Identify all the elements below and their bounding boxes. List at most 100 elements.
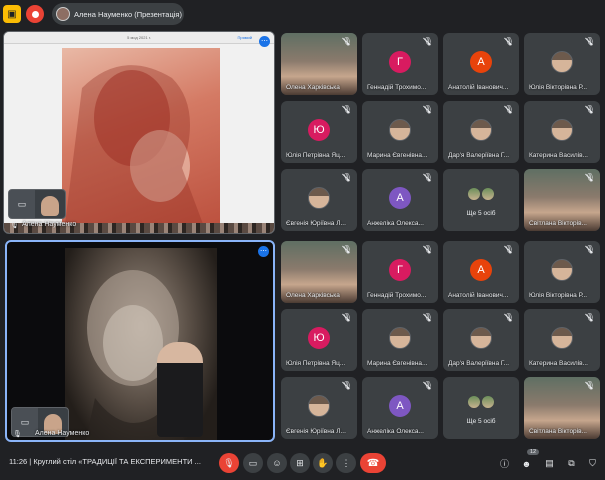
participant-name: Євгенія Юріївна Л...: [286, 220, 346, 227]
document-toolbar: 5 мод 2021 г. Прямий: [4, 32, 274, 44]
captions-button[interactable]: ☺: [267, 453, 287, 473]
mic-off-icon: 🎙: [584, 37, 595, 46]
activities-icon[interactable]: ⧉: [565, 457, 578, 470]
mic-off-icon: 🎙: [422, 381, 433, 390]
participant-tile[interactable]: А 🎙 Анжеліка Олекса...: [362, 377, 438, 439]
document-control[interactable]: Прямий: [238, 35, 252, 40]
participant-tile[interactable]: 🎙 Євгенія Юріївна Л...: [281, 377, 357, 439]
avatar: [470, 327, 492, 349]
participant-tile[interactable]: Ю 🎙 Юлія Петрівна Яц...: [281, 309, 357, 371]
mic-off-icon: 🎙: [584, 245, 595, 254]
mic-off-icon: 🎙: [341, 173, 352, 182]
chat-icon[interactable]: ▤: [543, 457, 556, 470]
pane-more-options-icon[interactable]: ⋯: [258, 246, 269, 257]
mic-off-icon: 🎙: [422, 313, 433, 322]
mic-off-icon: 🎙: [503, 105, 514, 114]
child-figure: [157, 342, 203, 437]
participant-tile[interactable]: Г 🎙 Геннадій Трохимо...: [362, 241, 438, 303]
participant-tile[interactable]: 🎙 Юлія Вікторівна Р...: [524, 241, 600, 303]
participants-icon[interactable]: ☻: [520, 457, 533, 470]
camera-toggle-button[interactable]: ▭: [243, 453, 263, 473]
participant-name: Анатолій Іванович...: [448, 84, 509, 91]
participant-name: Анжеліка Олекса...: [367, 220, 424, 227]
participant-name: Геннадій Трохимо...: [367, 84, 427, 91]
avatar: [481, 187, 495, 201]
screen-share-icon: ▭: [9, 190, 35, 218]
participant-name: Юлія Вікторівна Р...: [529, 84, 588, 91]
participant-tile[interactable]: Ще 5 осіб: [443, 169, 519, 231]
avatar: Ю: [308, 119, 330, 141]
participant-name: Анатолій Іванович...: [448, 292, 509, 299]
participant-tile[interactable]: 🎙 Олена Харківська: [281, 33, 357, 95]
participant-name: Анжеліка Олекса...: [367, 428, 424, 435]
mic-off-icon: 🎙: [584, 173, 595, 182]
avatar: [470, 119, 492, 141]
avatar: [389, 119, 411, 141]
participant-tile[interactable]: 🎙 Марина Євгенівна...: [362, 101, 438, 163]
artwork-figures: [63, 65, 207, 233]
more-participants-label: Ще 5 осіб: [466, 418, 496, 425]
participant-name: Марина Євгенівна...: [367, 152, 428, 159]
host-controls-icon[interactable]: ⛉: [586, 457, 599, 470]
participant-tile[interactable]: 🎙 Катерина Василів...: [524, 101, 600, 163]
participant-tile[interactable]: 🎙 Світлана Вікторів...: [524, 169, 600, 231]
recording-icon[interactable]: [26, 5, 44, 23]
presenter-chip[interactable]: Алена Науменко (Презентація): [52, 3, 184, 25]
participant-name: Юлія Петрівна Яц...: [286, 360, 346, 367]
avatar: [389, 327, 411, 349]
participant-tile[interactable]: 🎙 Катерина Василів...: [524, 309, 600, 371]
self-view-label: Алена Науменко: [22, 221, 77, 228]
participant-tile[interactable]: Ю 🎙 Юлія Петрівна Яц...: [281, 101, 357, 163]
mic-off-icon: 🎙: [422, 245, 433, 254]
participant-tile[interactable]: 🎙 Євгенія Юріївна Л...: [281, 169, 357, 231]
present-button[interactable]: ⊞: [290, 453, 310, 473]
participant-tile[interactable]: Г 🎙 Геннадій Трохимо...: [362, 33, 438, 95]
participant-tile[interactable]: 🎙 Дар'я Валеріївна Г...: [443, 101, 519, 163]
participant-name: Світлана Вікторів...: [529, 220, 587, 227]
mic-off-icon: 🎙: [503, 313, 514, 322]
participant-name: Катерина Василів...: [529, 152, 588, 159]
avatar: [481, 395, 495, 409]
participant-name: Юлія Петрівна Яц...: [286, 152, 346, 159]
info-icon[interactable]: ⓘ: [498, 457, 511, 470]
presentation-pane-bottom[interactable]: ⋯ ▭ 🎙 Алена Науменко: [5, 240, 275, 442]
mic-off-icon: 🎙: [341, 381, 352, 390]
avatar: [551, 327, 573, 349]
participant-tile[interactable]: 🎙 Олена Харківська: [281, 241, 357, 303]
participant-tile[interactable]: А 🎙 Анатолій Іванович...: [443, 33, 519, 95]
mic-off-icon: 🎙: [341, 105, 352, 114]
participant-tile[interactable]: 🎙 Марина Євгенівна...: [362, 309, 438, 371]
raise-hand-button[interactable]: ✋: [313, 453, 333, 473]
participant-tile[interactable]: 🎙 Юлія Вікторівна Р...: [524, 33, 600, 95]
participant-tile[interactable]: 🎙 Дар'я Валеріївна Г...: [443, 309, 519, 371]
participant-name: Дар'я Валеріївна Г...: [448, 152, 510, 159]
participant-tile[interactable]: Ще 5 осіб: [443, 377, 519, 439]
avatar: [551, 51, 573, 73]
avatar: [467, 187, 481, 201]
presenter-label: Алена Науменко (Презентація): [74, 9, 182, 19]
mic-toggle-button[interactable]: 🎙: [219, 453, 239, 473]
avatar: А: [470, 51, 492, 73]
presenting-icon[interactable]: ▣: [3, 5, 21, 23]
participant-name: Світлана Вікторів...: [529, 428, 587, 435]
pane-more-options-icon[interactable]: ⋯: [259, 36, 270, 47]
participant-tile[interactable]: 🎙 Світлана Вікторів...: [524, 377, 600, 439]
more-options-button[interactable]: ⋮: [336, 453, 356, 473]
mic-off-icon: 🎙: [503, 37, 514, 46]
participants-count: 12: [527, 449, 540, 455]
self-video: [41, 196, 59, 216]
self-view-pip-top[interactable]: ▭: [8, 189, 66, 219]
participant-tile[interactable]: А 🎙 Анжеліка Олекса...: [362, 169, 438, 231]
presentation-pane-top[interactable]: 5 мод 2021 г. Прямий ⋯ ▭ 🎙 Алена Науменк…: [3, 31, 275, 234]
avatar: [467, 395, 481, 409]
avatar: Ю: [308, 327, 330, 349]
participant-name: Олена Харківська: [286, 84, 340, 91]
top-bar: ▣ Алена Науменко (Презентація): [0, 0, 605, 30]
mic-off-icon: 🎙: [13, 431, 22, 438]
meeting-time-title: 11:26 | Круглий стіл «ТРАДИЦІЇ ТА ЕКСПЕР…: [9, 457, 201, 466]
mic-off-icon: 🎙: [422, 105, 433, 114]
participant-name: Марина Євгенівна...: [367, 360, 428, 367]
participant-tile[interactable]: А 🎙 Анатолій Іванович...: [443, 241, 519, 303]
leave-call-button[interactable]: ☎: [360, 453, 386, 473]
mic-off-icon: 🎙: [422, 37, 433, 46]
